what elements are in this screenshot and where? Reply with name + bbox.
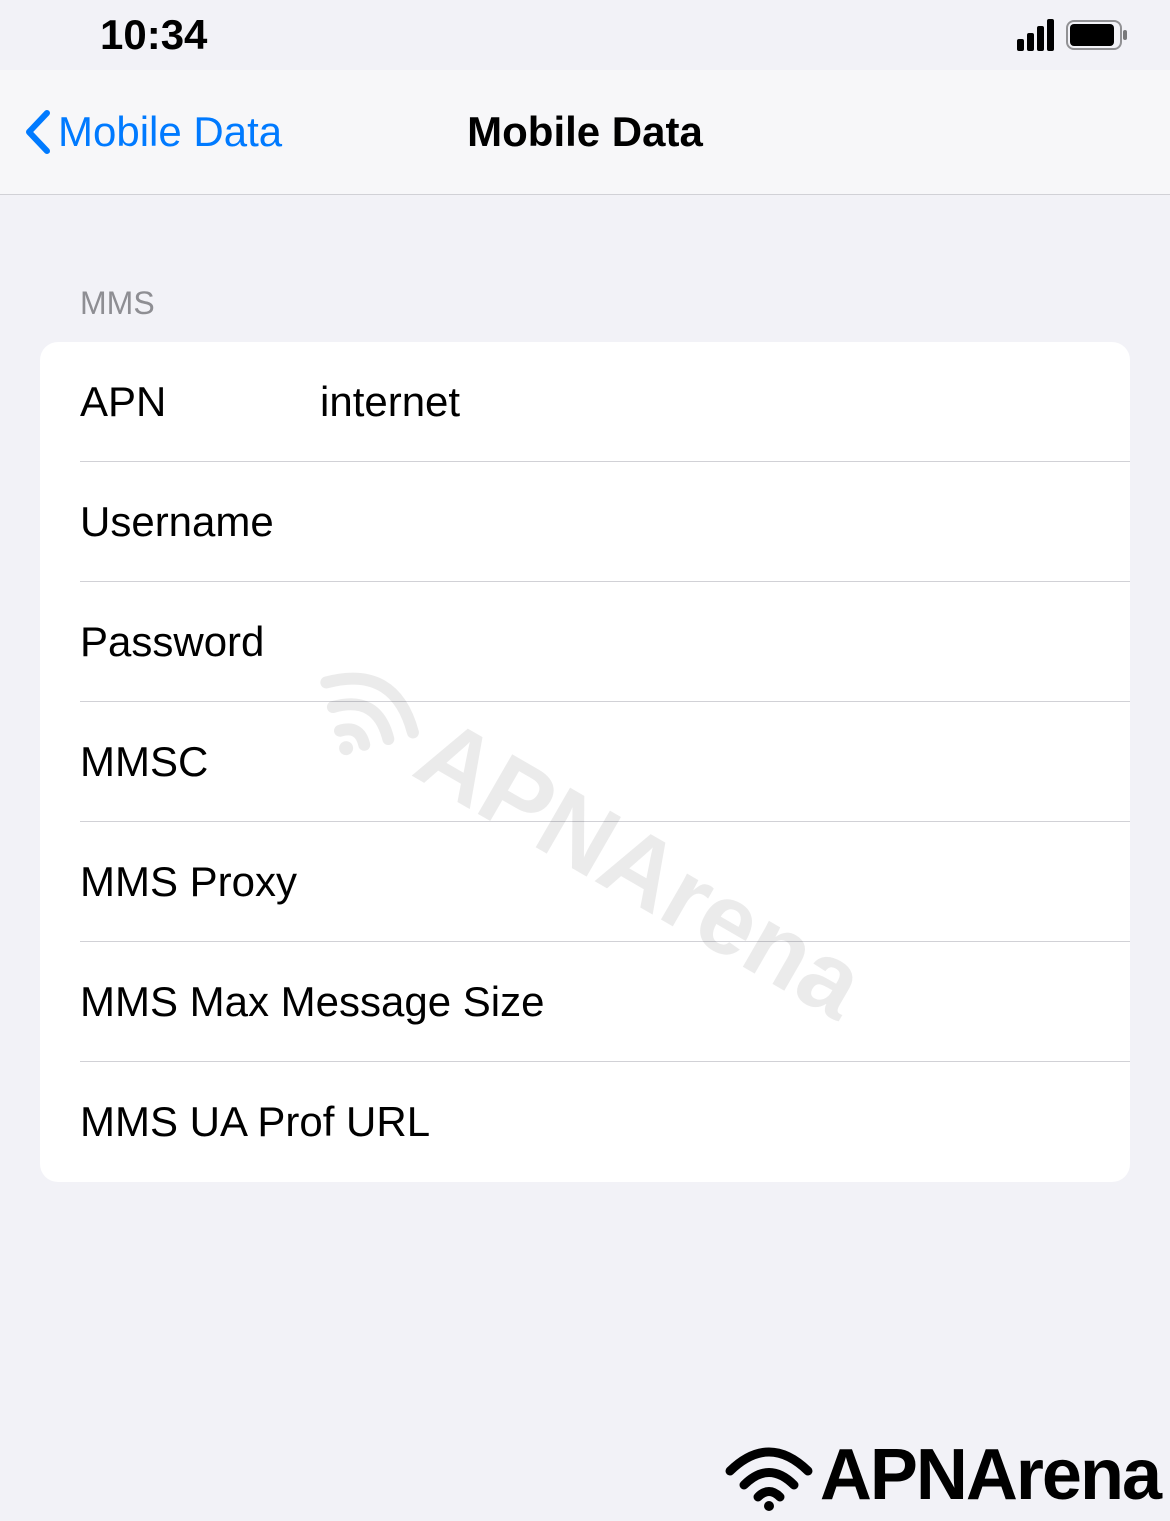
back-label: Mobile Data [58,108,282,156]
apn-value[interactable]: internet [320,378,1090,426]
status-bar: 10:34 [0,0,1170,70]
mmsc-row[interactable]: MMSC [40,702,1130,822]
password-label: Password [80,618,320,666]
section-header-mms: MMS [40,195,1130,342]
chevron-left-icon [24,109,52,155]
content-area: MMS APN internet Username Password MMSC … [0,195,1170,1182]
brand-text: APNArena [820,1434,1160,1516]
status-icons [1017,19,1130,51]
back-button[interactable]: Mobile Data [24,108,282,156]
status-time: 10:34 [100,11,207,59]
mms-proxy-label: MMS Proxy [80,858,320,906]
navigation-bar: Mobile Data Mobile Data [0,70,1170,195]
username-row[interactable]: Username [40,462,1130,582]
mms-max-size-label: MMS Max Message Size [80,978,544,1026]
mms-max-size-row[interactable]: MMS Max Message Size [40,942,1130,1062]
cellular-signal-icon [1017,19,1054,51]
apn-row[interactable]: APN internet [40,342,1130,462]
apn-label: APN [80,378,320,426]
username-label: Username [80,498,320,546]
page-title: Mobile Data [467,108,703,156]
password-row[interactable]: Password [40,582,1130,702]
wifi-icon [724,1439,814,1511]
mms-ua-prof-row[interactable]: MMS UA Prof URL [40,1062,1130,1182]
mms-settings-group: APN internet Username Password MMSC MMS … [40,342,1130,1182]
brand-logo: APNArena [724,1434,1160,1516]
mmsc-label: MMSC [80,738,320,786]
mms-ua-prof-label: MMS UA Prof URL [80,1098,430,1146]
mms-proxy-row[interactable]: MMS Proxy [40,822,1130,942]
battery-icon [1066,20,1130,50]
